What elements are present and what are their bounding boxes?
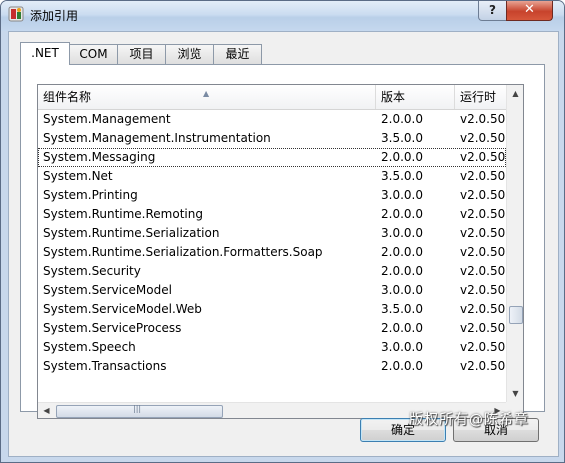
list-item[interactable]: System.Printing 3.0.0.0 v2.0.507: [38, 186, 510, 205]
grip-icon: |||: [133, 404, 142, 413]
component-name: System.Management.Instrumentation: [43, 131, 271, 145]
component-version: 3.0.0.0: [381, 283, 423, 297]
list-item[interactable]: System.Runtime.Serialization.Formatters.…: [38, 243, 510, 262]
vertical-scroll-thumb[interactable]: [509, 306, 523, 324]
add-reference-dialog: 添加引用 ? ✕ .NET COM 项目 浏览 最近 组件名称 ▲ 版本 运行时…: [0, 0, 565, 463]
list-item[interactable]: System.Management 2.0.0.0 v2.0.507: [38, 110, 510, 129]
help-button[interactable]: ?: [478, 1, 507, 21]
list-header: 组件名称 ▲ 版本 运行时: [38, 85, 506, 110]
list-item[interactable]: System.Management.Instrumentation 3.5.0.0…: [38, 129, 510, 148]
list-item[interactable]: System.ServiceModel 3.0.0.0 v2.0.507: [38, 281, 510, 300]
watermark-text: 版权所有@陈希章: [409, 412, 529, 428]
tab-projects[interactable]: 项目: [117, 44, 166, 64]
component-version: 3.5.0.0: [381, 131, 423, 145]
list-item[interactable]: System.Net 3.5.0.0 v2.0.507: [38, 167, 510, 186]
component-version: 3.0.0.0: [381, 226, 423, 240]
component-runtime: v2.0.507: [460, 131, 510, 145]
list-item[interactable]: System.ServiceProcess 2.0.0.0 v2.0.507: [38, 319, 510, 338]
tab-browse[interactable]: 浏览: [165, 44, 214, 64]
component-runtime: v2.0.507: [460, 302, 510, 316]
help-icon: ?: [489, 3, 496, 17]
component-name: System.Transactions: [43, 359, 167, 373]
component-version: 2.0.0.0: [381, 245, 423, 259]
window-title: 添加引用: [30, 9, 79, 23]
component-runtime: v2.0.507: [460, 112, 510, 126]
component-runtime: v2.0.507: [460, 226, 510, 240]
component-version: 2.0.0.0: [381, 207, 423, 221]
component-name: System.Speech: [43, 340, 136, 354]
visual-studio-icon: [8, 6, 24, 22]
close-button[interactable]: ✕: [506, 1, 553, 21]
column-header-version[interactable]: 版本: [376, 85, 455, 109]
component-runtime: v2.0.507: [460, 150, 510, 164]
component-name: System.Net: [43, 169, 113, 183]
list-item[interactable]: System.Runtime.Serialization 3.0.0.0 v2.0.…: [38, 224, 510, 243]
tab-recent[interactable]: 最近: [213, 44, 262, 64]
component-version: 2.0.0.0: [381, 112, 423, 126]
component-list[interactable]: 组件名称 ▲ 版本 运行时 System.Management 2.0.0.0 v2…: [37, 84, 524, 419]
component-version: 3.0.0.0: [381, 340, 423, 354]
component-runtime: v2.0.507: [460, 264, 510, 278]
component-name: System.Runtime.Serialization.Formatters.…: [43, 245, 323, 259]
component-name: System.Printing: [43, 188, 138, 202]
component-runtime: v2.0.507: [460, 340, 510, 354]
list-item[interactable]: System.ServiceModel.Web 3.5.0.0 v2.0.507: [38, 300, 510, 319]
component-runtime: v2.0.507: [460, 321, 510, 335]
component-version: 2.0.0.0: [381, 264, 423, 278]
horizontal-scroll-thumb[interactable]: |||: [56, 404, 223, 418]
list-item[interactable]: System.Runtime.Remoting 2.0.0.0 v2.0.507: [38, 205, 510, 224]
component-name: System.ServiceProcess: [43, 321, 182, 335]
component-name: System.Runtime.Serialization: [43, 226, 220, 240]
component-version: 2.0.0.0: [381, 150, 423, 164]
column-header-name[interactable]: 组件名称 ▲: [38, 85, 376, 109]
component-name: System.ServiceModel: [43, 283, 172, 297]
component-name: System.Runtime.Remoting: [43, 207, 203, 221]
arrow-down-icon[interactable]: ▼: [507, 385, 523, 402]
tab-panel: 组件名称 ▲ 版本 运行时 System.Management 2.0.0.0 v2…: [20, 64, 545, 419]
column-header-runtime[interactable]: 运行时: [455, 85, 506, 109]
component-runtime: v2.0.507: [460, 245, 510, 259]
list-item[interactable]: System.Transactions 2.0.0.0 v2.0.507: [38, 357, 510, 376]
title-bar[interactable]: 添加引用 ? ✕: [1, 1, 564, 31]
component-version: 2.0.0.0: [381, 321, 423, 335]
vertical-scrollbar[interactable]: ▲ ▼: [506, 85, 523, 402]
list-item[interactable]: System.Security 2.0.0.0 v2.0.507: [38, 262, 510, 281]
component-version: 3.5.0.0: [381, 169, 423, 183]
list-item[interactable]: System.Messaging 2.0.0.0 v2.0.507: [38, 148, 510, 167]
component-runtime: v2.0.507: [460, 359, 510, 373]
component-name: System.Security: [43, 264, 141, 278]
component-name: System.Management: [43, 112, 171, 126]
list-rows: System.Management 2.0.0.0 v2.0.507 System.M…: [38, 110, 510, 376]
arrow-up-icon[interactable]: ▲: [507, 85, 523, 102]
component-runtime: v2.0.507: [460, 207, 510, 221]
component-name: System.Messaging: [43, 150, 156, 164]
component-name: System.ServiceModel.Web: [43, 302, 202, 316]
list-item[interactable]: System.Speech 3.0.0.0 v2.0.507: [38, 338, 510, 357]
component-runtime: v2.0.507: [460, 283, 510, 297]
dialog-body: .NET COM 项目 浏览 最近 组件名称 ▲ 版本 运行时 System.M…: [8, 31, 559, 457]
sort-ascending-icon: ▲: [203, 89, 210, 98]
close-icon: ✕: [524, 2, 535, 17]
tab-com[interactable]: COM: [69, 44, 118, 64]
component-runtime: v2.0.507: [460, 169, 510, 183]
component-runtime: v2.0.507: [460, 188, 510, 202]
component-version: 3.0.0.0: [381, 188, 423, 202]
arrow-left-icon[interactable]: ◀: [38, 403, 55, 418]
tab-dotnet[interactable]: .NET: [20, 42, 70, 65]
component-version: 2.0.0.0: [381, 359, 423, 373]
component-version: 3.5.0.0: [381, 302, 423, 316]
